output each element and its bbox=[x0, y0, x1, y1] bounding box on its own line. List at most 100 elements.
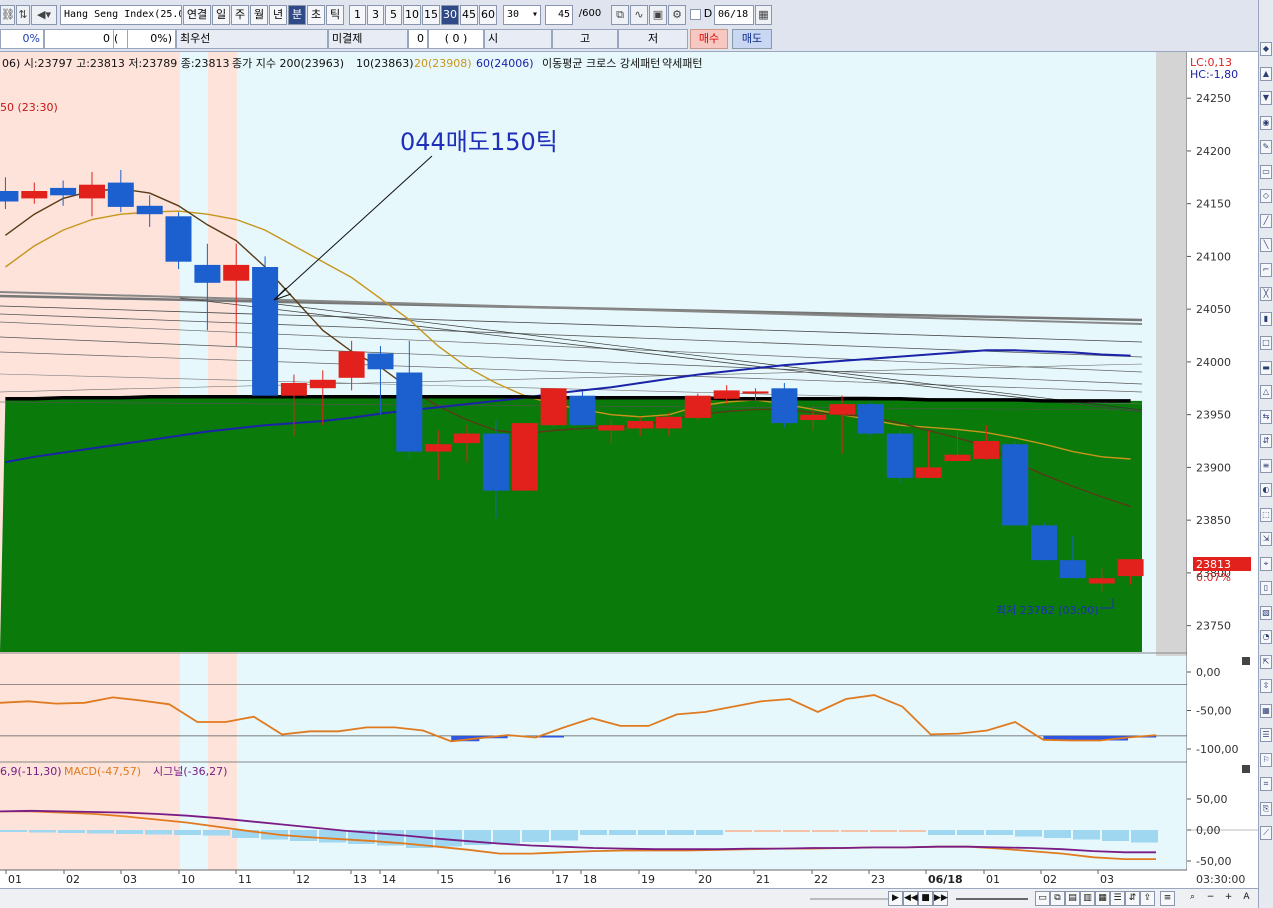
interval-button[interactable]: 3 bbox=[367, 5, 384, 25]
drawing-tool-icon[interactable]: ⌗ bbox=[1260, 777, 1272, 791]
drawing-tool-icon[interactable]: ⇆ bbox=[1260, 409, 1272, 424]
macd-close-icon[interactable] bbox=[1242, 765, 1250, 773]
play-icon[interactable]: ▶ bbox=[888, 891, 903, 906]
drawing-tool-icon[interactable]: ◆ bbox=[1260, 42, 1272, 56]
candle-body bbox=[1117, 559, 1144, 577]
count-input[interactable]: 45 bbox=[545, 5, 573, 25]
font-size-icon[interactable]: A bbox=[1239, 891, 1254, 906]
drawing-tool-icon[interactable]: ▲ bbox=[1260, 66, 1272, 81]
drawing-tool-icon[interactable]: ≡ bbox=[1260, 458, 1272, 473]
arrows-icon[interactable]: ⇅ bbox=[16, 5, 30, 25]
period-tab[interactable]: 주 bbox=[231, 5, 249, 25]
drawing-tool-icon[interactable]: □ bbox=[1260, 336, 1272, 350]
save-icon[interactable]: ▣ bbox=[649, 5, 667, 25]
interval-button[interactable]: 30 bbox=[441, 5, 459, 25]
line-chart-icon[interactable]: ∿ bbox=[630, 5, 648, 25]
time-tick-label: 22 bbox=[814, 873, 828, 886]
interval-button[interactable]: 10 bbox=[403, 5, 421, 25]
drawing-tool-icon[interactable]: ▮ bbox=[1260, 311, 1272, 326]
period-tab[interactable]: 월 bbox=[250, 5, 268, 25]
candle-body bbox=[627, 421, 654, 429]
drawing-tool-icon[interactable]: ⬚ bbox=[1260, 507, 1272, 522]
sell-button[interactable]: 매도 bbox=[732, 29, 772, 49]
drawing-tool-icon[interactable]: ╱ bbox=[1260, 213, 1272, 228]
zoom-slider[interactable] bbox=[956, 898, 1028, 900]
drawing-tool-icon[interactable]: ⌐ bbox=[1260, 262, 1272, 277]
period-tab[interactable]: 일 bbox=[212, 5, 230, 25]
interval-button[interactable]: 15 bbox=[422, 5, 440, 25]
candle-body bbox=[713, 390, 740, 399]
link-icon[interactable]: ⛓ bbox=[0, 5, 15, 25]
drawing-tool-icon[interactable]: ⚐ bbox=[1260, 752, 1272, 767]
date-checkbox[interactable] bbox=[690, 9, 701, 20]
drawing-tool-icon[interactable]: △ bbox=[1260, 385, 1272, 399]
period-tab[interactable]: 년 bbox=[269, 5, 287, 25]
period-tab[interactable]: 연결 bbox=[183, 5, 211, 25]
zoom-out-icon[interactable]: − bbox=[1203, 891, 1218, 906]
date-input[interactable]: 06/18 bbox=[714, 5, 754, 25]
candle-body bbox=[742, 391, 769, 394]
drawing-tool-icon[interactable]: ╲ bbox=[1260, 238, 1272, 252]
zoom-search-icon[interactable]: ⌕ bbox=[1185, 891, 1200, 906]
window-stack-icon[interactable]: ⧉ bbox=[1050, 891, 1065, 906]
open-label: 시 bbox=[484, 29, 552, 49]
drawing-tool-icon[interactable]: ▦ bbox=[1260, 703, 1272, 718]
zoom-in-icon[interactable]: + bbox=[1221, 891, 1236, 906]
drawing-tool-icon[interactable]: ◉ bbox=[1260, 115, 1272, 130]
drawing-tool-icon[interactable]: ⟋ bbox=[1260, 826, 1272, 840]
fast-forward-icon[interactable]: ▶▶ bbox=[933, 891, 948, 906]
drawing-tool-icon[interactable]: ⌖ bbox=[1260, 556, 1272, 571]
period-tab[interactable]: 분 bbox=[288, 5, 306, 25]
gear-icon[interactable]: ⚙ bbox=[668, 5, 686, 25]
drawing-tool-icon[interactable]: ⇳ bbox=[1260, 679, 1272, 693]
macd-histogram-bar bbox=[203, 830, 230, 836]
layout-icon[interactable]: ▤ bbox=[1065, 891, 1080, 906]
drawing-tool-icon[interactable]: ▯ bbox=[1260, 581, 1272, 595]
time-tick-label: 03 bbox=[1100, 873, 1114, 886]
settings-icon[interactable]: ≡ bbox=[1160, 891, 1175, 906]
window-icon[interactable]: ▭ bbox=[1035, 891, 1050, 906]
symbol-input[interactable]: Hang Seng Index(25.0 bbox=[60, 5, 182, 25]
drawing-tool-icon[interactable]: ▧ bbox=[1260, 605, 1272, 620]
speaker-icon[interactable]: ◀▾ bbox=[31, 5, 57, 25]
period-tab[interactable]: 초 bbox=[307, 5, 325, 25]
grid-icon[interactable]: ▦ bbox=[1095, 891, 1110, 906]
interval-button[interactable]: 60 bbox=[479, 5, 497, 25]
period-tab[interactable]: 틱 bbox=[326, 5, 344, 25]
drawing-tool-icon[interactable]: ⇵ bbox=[1260, 434, 1272, 448]
drawing-tool-icon[interactable]: ▭ bbox=[1260, 164, 1272, 179]
list-icon[interactable]: ☰ bbox=[1110, 891, 1125, 906]
candle-body bbox=[50, 187, 77, 196]
price-chart[interactable]: 24250 24200 24150 24100 24050 24000 23950 23900… bbox=[0, 52, 1258, 888]
ohlc-legend: 06) 시:23797 고:23813 저:23789 종:23813 bbox=[2, 57, 230, 70]
interval-button[interactable]: 5 bbox=[385, 5, 402, 25]
interval-select[interactable]: 30 ▾ bbox=[503, 5, 541, 25]
drawing-tool-icon[interactable]: ⇲ bbox=[1260, 532, 1272, 546]
rewind-icon[interactable]: ◀◀ bbox=[903, 891, 918, 906]
macd-histogram-bar bbox=[116, 830, 143, 834]
compare-icon[interactable]: ⇵ bbox=[1125, 891, 1140, 906]
buy-button[interactable]: 매수 bbox=[690, 29, 728, 49]
drawing-tool-icon[interactable]: ⎘ bbox=[1260, 801, 1272, 816]
drawing-tool-icon[interactable]: ▼ bbox=[1260, 91, 1272, 105]
interval-button[interactable]: 45 bbox=[460, 5, 478, 25]
calendar-icon[interactable]: ▦ bbox=[755, 5, 772, 25]
drawing-tool-icon[interactable]: ⇱ bbox=[1260, 654, 1272, 669]
drawing-tool-icon[interactable]: ✎ bbox=[1260, 140, 1272, 154]
drawing-tool-icon[interactable]: ◐ bbox=[1260, 483, 1272, 497]
candle-body bbox=[800, 414, 827, 420]
drawing-tool-icon[interactable]: ☰ bbox=[1260, 728, 1272, 742]
export-icon[interactable]: ⇪ bbox=[1140, 891, 1155, 906]
drawing-tool-icon[interactable]: ╳ bbox=[1260, 287, 1272, 301]
scroll-track[interactable] bbox=[810, 898, 890, 900]
drawing-tool-icon[interactable]: ◔ bbox=[1260, 630, 1272, 644]
drawing-tool-icon[interactable]: ▬ bbox=[1260, 360, 1272, 375]
drawing-tool-icon[interactable]: ◇ bbox=[1260, 189, 1272, 203]
stop-icon[interactable]: ■ bbox=[918, 891, 933, 906]
osc-close-icon[interactable] bbox=[1242, 657, 1250, 665]
top-left-note: 50 (23:30) bbox=[0, 101, 58, 114]
interval-button[interactable]: 1 bbox=[349, 5, 366, 25]
right-tool-strip: ◆ ▲ ▼ ◉ ✎ ▭ ◇ ╱ ╲ ⌐ ╳ ▮ □ ▬ △ ⇆ ⇵ ≡ ◐ ⬚ ⇲ ⌖ ▯ ▧ ◔ ⇱ ⇳ ▦ ☰ ⚐ ⌗ ⎘ ⟋ bbox=[1258, 0, 1273, 908]
candle-settings-icon[interactable]: ⧉ bbox=[611, 5, 629, 25]
bar-icon[interactable]: ▥ bbox=[1080, 891, 1095, 906]
